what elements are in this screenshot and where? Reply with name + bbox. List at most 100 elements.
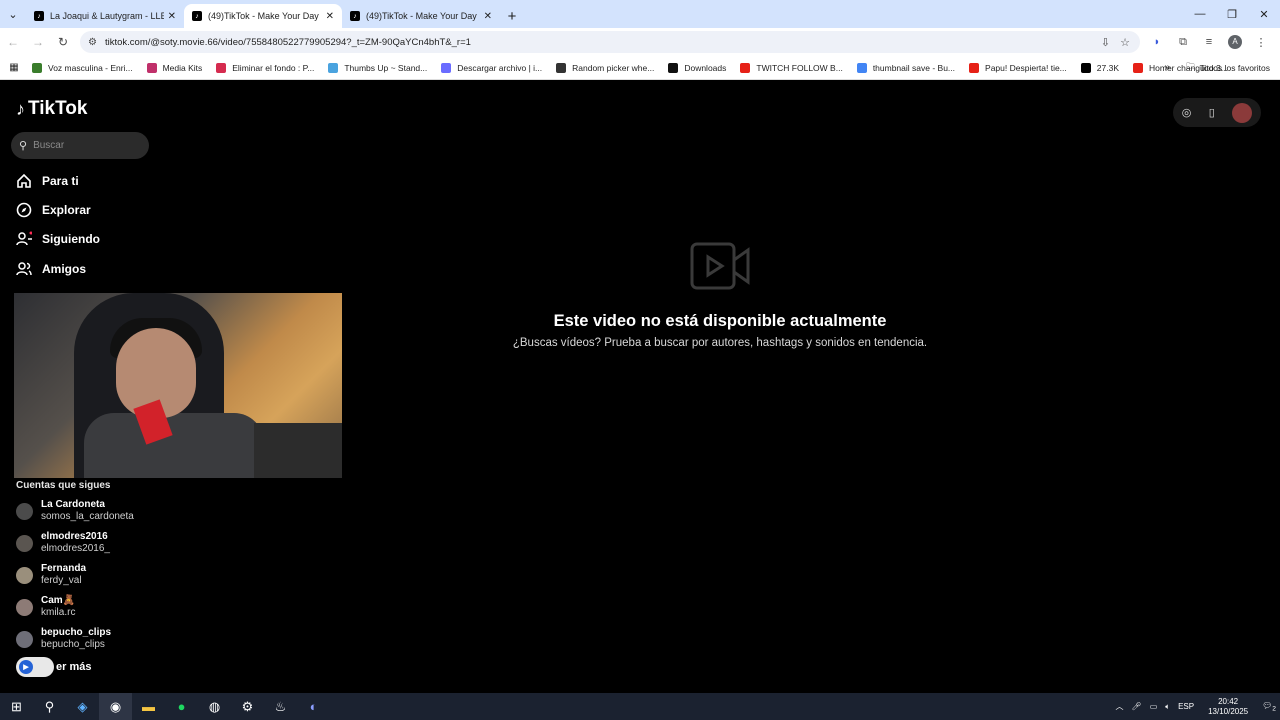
avatar: [16, 598, 33, 616]
volume-icon[interactable]: 🔈︎: [1165, 702, 1170, 712]
close-tab-icon[interactable]: ✕: [168, 11, 176, 22]
minimize-icon[interactable]: —: [1184, 0, 1216, 28]
chevron-up-icon[interactable]: ︿: [1116, 701, 1124, 712]
menu-dots-icon[interactable]: ⋮: [1248, 36, 1274, 49]
followed-account[interactable]: Cam🧸 kmila.rc: [16, 595, 75, 619]
steam-icon[interactable]: ♨: [264, 693, 297, 720]
browser-tab[interactable]: ♪ La Joaqui & Lautygram - LLEGUÉ ✕: [26, 4, 184, 28]
avatar: [16, 502, 33, 520]
bookmark-star-icon[interactable]: ☆: [1120, 36, 1130, 49]
followed-account[interactable]: La Cardoneta somos_la_cardoneta: [16, 499, 134, 523]
notification-count: 2: [1272, 705, 1276, 713]
nav-label: Siguiendo: [42, 232, 100, 246]
browser-tab-active[interactable]: ♪ (49)TikTok - Make Your Day ✕: [184, 4, 342, 28]
bookmark-item[interactable]: Voz masculina - Enri...: [32, 62, 133, 73]
toggle-knob-icon: ▶: [19, 660, 33, 674]
bookmark-favicon-icon: [668, 62, 679, 73]
see-more-button[interactable]: ▶ er más: [16, 657, 91, 677]
search-placeholder: Buscar: [33, 140, 65, 151]
unavailable-subtitle: ¿Buscas vídeos? Prueba a buscar por auto…: [512, 337, 928, 349]
browser-tab[interactable]: ♪ (49)TikTok - Make Your Day ✕: [342, 4, 500, 28]
bookmark-item[interactable]: 27.3K: [1080, 62, 1119, 73]
extension-toggle[interactable]: ▶: [16, 657, 54, 677]
account-handle: somos_la_cardoneta: [41, 511, 134, 522]
search-input[interactable]: ⚲ Buscar: [11, 132, 149, 159]
profile-avatar-icon[interactable]: A: [1228, 35, 1242, 49]
discord-icon[interactable]: ◐: [297, 693, 330, 720]
reload-icon[interactable]: ↻: [51, 30, 75, 54]
copilot-icon[interactable]: ◈: [66, 693, 99, 720]
address-bar[interactable]: ⚙ tiktok.com/@soty.movie.66/video/755848…: [80, 31, 1140, 53]
bookmark-item[interactable]: Downloads: [668, 62, 726, 73]
following-title: Cuentas que sigues: [16, 480, 111, 491]
bookmark-label: 27.3K: [1096, 62, 1119, 73]
media-controls-icon[interactable]: ≡: [1196, 36, 1222, 48]
bookmark-item[interactable]: Papu! Despierta! tie...: [969, 62, 1067, 73]
avatar: [16, 630, 33, 648]
extensions-puzzle-icon[interactable]: ⧉: [1170, 36, 1196, 49]
install-app-icon[interactable]: ⇩: [1101, 36, 1110, 49]
tiktok-logo[interactable]: ♪ TikTok: [16, 98, 87, 120]
back-arrow-icon[interactable]: ←: [1, 30, 25, 54]
webcam-shirt: [84, 413, 264, 478]
new-tab-button[interactable]: +: [500, 4, 524, 28]
tab-title: (49)TikTok - Make Your Day: [208, 11, 319, 21]
bookmark-item[interactable]: Thumbs Up ~ Stand...: [328, 62, 428, 73]
settings-gear-icon[interactable]: ⚙: [231, 693, 264, 720]
bookmark-favicon-icon: [32, 62, 42, 73]
bookmark-item[interactable]: Descargar archivo | i...: [441, 62, 543, 73]
restore-icon[interactable]: ❐: [1216, 0, 1248, 28]
bookmark-item[interactable]: Media Kits: [146, 62, 202, 73]
followed-account[interactable]: Fernanda ferdy_val: [16, 563, 86, 587]
bookmark-label: Random picker whe...: [572, 62, 655, 73]
search-icon[interactable]: ⚲: [33, 693, 66, 720]
bookmark-item[interactable]: TWITCH FOLLOW B...: [740, 62, 843, 73]
tiktok-note-icon: ♪: [16, 98, 25, 119]
notification-icon[interactable]: 💬︎2: [1262, 701, 1276, 713]
followed-account[interactable]: elmodres2016 elmodres2016_: [16, 531, 110, 555]
url-text[interactable]: tiktok.com/@soty.movie.66/video/75584805…: [105, 37, 1101, 48]
followed-account[interactable]: bepucho_clips bepucho_clips: [16, 627, 111, 651]
tab-search-chevron-icon[interactable]: ⌄: [0, 0, 26, 28]
language-indicator[interactable]: ESP: [1178, 702, 1194, 711]
forward-arrow-icon[interactable]: →: [26, 30, 50, 54]
file-explorer-icon[interactable]: ▬: [132, 693, 165, 720]
nav-explorar[interactable]: Explorar: [16, 202, 91, 218]
user-avatar[interactable]: [1232, 102, 1253, 123]
site-info-icon[interactable]: ⚙: [88, 37, 97, 48]
bookmarks-overflow-button[interactable]: »: [1164, 62, 1170, 73]
microphone-icon[interactable]: 🎤︎: [1132, 702, 1142, 711]
friends-icon: [16, 261, 32, 277]
nav-siguiendo[interactable]: Siguiendo: [16, 231, 100, 247]
bookmark-label: Thumbs Up ~ Stand...: [344, 62, 428, 73]
bookmark-item[interactable]: Eliminar el fondo : P...: [216, 62, 314, 73]
bookmark-item[interactable]: Random picker whe...: [556, 62, 655, 73]
close-tab-icon[interactable]: ✕: [484, 11, 492, 22]
header-actions: ◎ ▯: [1173, 98, 1261, 127]
user-follow-icon: [16, 231, 32, 247]
spotify-icon[interactable]: ●: [165, 693, 198, 720]
bookmark-label: Descargar archivo | i...: [457, 62, 543, 73]
system-tray: ︿ 🎤︎ ▭ 🔈︎ ESP 20:42 13/10/2025 💬︎2: [1112, 693, 1280, 720]
close-window-icon[interactable]: ✕: [1248, 0, 1280, 28]
network-icon[interactable]: ▭: [1150, 702, 1158, 711]
clock[interactable]: 20:42 13/10/2025: [1208, 697, 1248, 717]
bookmark-favicon-icon: [146, 62, 157, 73]
close-tab-icon[interactable]: ✕: [326, 11, 334, 22]
apps-grid-icon[interactable]: ▦: [0, 62, 28, 73]
all-bookmarks-label: Todos los favoritos: [1199, 62, 1270, 73]
compass-icon: [16, 202, 32, 218]
coin-icon[interactable]: ◎: [1182, 106, 1192, 119]
chrome-icon[interactable]: ◉: [99, 693, 132, 720]
obs-icon[interactable]: ◍: [198, 693, 231, 720]
webcam-desk: [254, 423, 342, 478]
video-unavailable-icon: [690, 242, 750, 290]
extension-icon[interactable]: ◗: [1144, 36, 1170, 48]
nav-amigos[interactable]: Amigos: [16, 261, 86, 277]
nav-para-ti[interactable]: Para ti: [16, 173, 79, 189]
windows-start-icon[interactable]: ⊞: [0, 693, 33, 720]
bookmark-item[interactable]: thumbnail save - Bu...: [856, 62, 955, 73]
all-bookmarks-button[interactable]: 🗀 Todos los favoritos: [1186, 61, 1270, 75]
device-icon[interactable]: ▯: [1209, 106, 1215, 119]
bookmark-label: Papu! Despierta! tie...: [985, 62, 1067, 73]
